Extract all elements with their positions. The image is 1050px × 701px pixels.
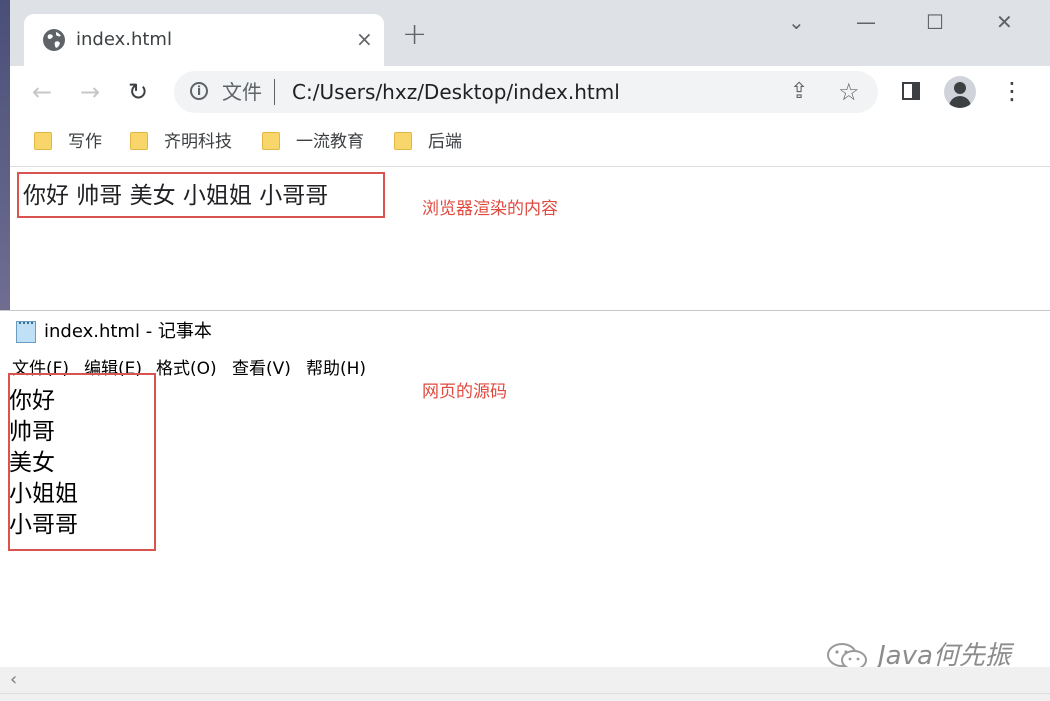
bookmark-star-icon[interactable]: ☆ xyxy=(838,78,860,106)
back-arrow-icon[interactable]: ← xyxy=(32,78,52,106)
folder-icon xyxy=(130,132,148,150)
notepad-menu-bar: 文件(F) 编辑(E) 格式(O) 查看(V) 帮助(H) xyxy=(0,353,1050,386)
scheme-label: 文件 xyxy=(222,80,262,104)
annotation-rendered: 浏览器渲染的内容 xyxy=(422,199,558,219)
share-icon[interactable]: ⇪ xyxy=(790,79,808,104)
highlight-box-source xyxy=(8,373,156,551)
globe-icon xyxy=(43,29,65,51)
notepad-title: index.html - 记事本 xyxy=(44,321,212,342)
bookmark-label: 后端 xyxy=(428,132,462,152)
separator xyxy=(274,79,275,105)
scroll-left-icon[interactable]: ‹ xyxy=(10,669,17,690)
status-bar xyxy=(0,693,1050,701)
browser-toolbar: ← → ↻ i 文件 C:/Users/hxz/Desktop/index.ht… xyxy=(10,66,1050,118)
side-panel-icon[interactable] xyxy=(902,82,920,100)
maximize-icon[interactable]: ☐ xyxy=(926,10,944,34)
profile-avatar-icon[interactable] xyxy=(944,76,976,108)
tab-strip: index.html × + ⌄ — ☐ ✕ xyxy=(10,0,1050,66)
highlight-box-rendered xyxy=(17,172,385,218)
page-viewport: 你好 帅哥 美女 小姐姐 小哥哥 浏览器渲染的内容 xyxy=(10,167,1050,312)
menu-format[interactable]: 格式(O) xyxy=(156,357,217,381)
annotation-source: 网页的源码 xyxy=(422,382,507,402)
tab-search-chevron-icon[interactable]: ⌄ xyxy=(788,10,805,34)
bookmark-label: 齐明科技 xyxy=(164,132,232,152)
bookmark-label: 一流教育 xyxy=(296,132,364,152)
horizontal-scrollbar[interactable]: ‹ xyxy=(0,667,1050,693)
notepad-window: index.html - 记事本 文件(F) 编辑(E) 格式(O) 查看(V)… xyxy=(0,310,1050,701)
folder-icon xyxy=(34,132,52,150)
bookmarks-bar: 写作 齐明科技 一流教育 后端 xyxy=(10,118,1050,167)
folder-icon xyxy=(262,132,280,150)
forward-arrow-icon[interactable]: → xyxy=(80,78,100,106)
address-bar[interactable]: i 文件 C:/Users/hxz/Desktop/index.html ⇪ ☆ xyxy=(174,71,878,113)
notepad-editor[interactable]: 你好 帅哥 美女 小姐姐 小哥哥 网页的源码 xyxy=(0,382,1050,667)
tab-active[interactable]: index.html × xyxy=(24,14,384,66)
menu-help[interactable]: 帮助(H) xyxy=(306,357,366,381)
browser-window: index.html × + ⌄ — ☐ ✕ ← → ↻ i 文件 C:/Use… xyxy=(10,0,1050,312)
reload-icon[interactable]: ↻ xyxy=(128,78,148,106)
tab-title: index.html xyxy=(76,29,172,50)
folder-icon xyxy=(394,132,412,150)
url-text[interactable]: C:/Users/hxz/Desktop/index.html xyxy=(292,80,620,104)
minimize-icon[interactable]: — xyxy=(856,10,876,34)
notepad-title-bar: index.html - 记事本 xyxy=(0,311,1050,353)
new-tab-icon[interactable]: + xyxy=(402,20,427,50)
window-close-icon[interactable]: ✕ xyxy=(996,10,1013,34)
bookmark-label: 写作 xyxy=(68,132,102,152)
info-icon[interactable]: i xyxy=(190,82,208,100)
tab-close-icon[interactable]: × xyxy=(356,26,373,52)
menu-view[interactable]: 查看(V) xyxy=(232,357,291,381)
notepad-icon xyxy=(16,321,36,343)
kebab-menu-icon[interactable]: ⋮ xyxy=(1000,76,1024,106)
